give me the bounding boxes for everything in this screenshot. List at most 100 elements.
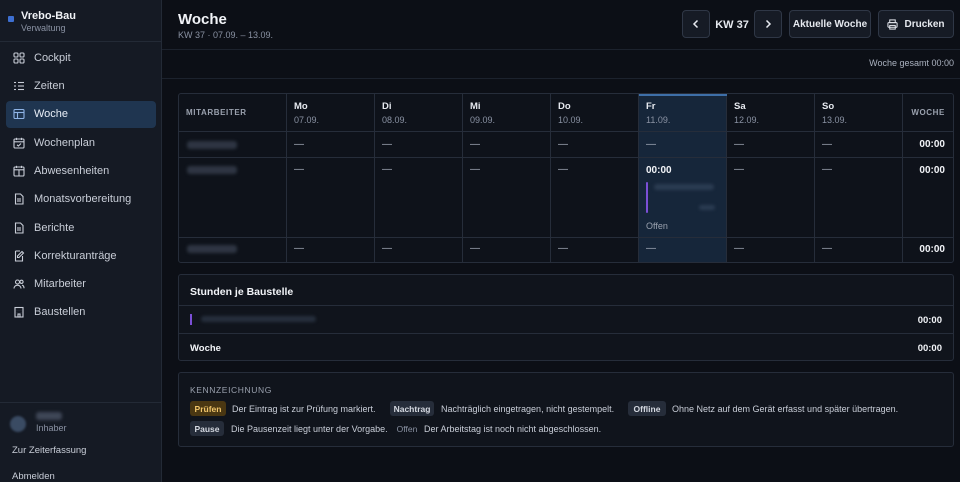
sidebar-item-label: Korrekturanträge <box>34 249 117 262</box>
sidebar-item-cockpit[interactable]: Cockpit <box>6 44 156 71</box>
sidebar-item-abwesenheiten[interactable]: Abwesenheiten <box>6 157 156 184</box>
empty-cell[interactable]: — <box>382 139 392 150</box>
header-day: Do <box>558 101 571 112</box>
badge-pruefen: Prüfen <box>190 401 226 416</box>
sidebar-nav: Cockpit Zeiten Woche Wochenplan Abwesenh… <box>6 43 156 326</box>
site-hours: 00:00 <box>917 315 942 326</box>
entry-site-redacted <box>654 184 714 190</box>
brand-logo-icon <box>8 16 14 22</box>
zeiterfassung-link[interactable]: Zur Zeiterfassung <box>12 445 86 456</box>
empty-cell[interactable]: — <box>734 243 744 254</box>
header-day: Sa <box>734 101 746 112</box>
page-title: Woche <box>178 11 227 28</box>
divider <box>0 41 161 42</box>
legend-text: Der Eintrag ist zur Prüfung markiert. <box>232 404 376 414</box>
legend-text: Die Pausenzeit liegt unter der Vorgabe. <box>231 424 388 434</box>
row-week-total: 00:00 <box>919 165 945 176</box>
current-week-button[interactable]: Aktuelle Woche <box>789 10 871 38</box>
document-icon <box>13 222 25 234</box>
badge-offen: Offen <box>396 423 418 434</box>
panel-title: Stunden je Baustelle <box>190 286 294 298</box>
empty-cell[interactable]: — <box>294 139 304 150</box>
avatar <box>10 416 26 432</box>
week-total-summary: Woche gesamt 00:00 <box>869 58 954 68</box>
entry-status: Offen <box>646 221 668 231</box>
empty-cell[interactable]: — <box>470 164 480 175</box>
empty-cell[interactable]: — <box>470 139 480 150</box>
today-indicator <box>639 94 727 96</box>
week-table: MITARBEITER Mo 07.09. Di 08.09. Mi 09.09… <box>178 93 954 263</box>
badge-nachtrag: Nachtrag <box>390 401 434 416</box>
calendar-icon <box>13 165 25 177</box>
empty-cell[interactable]: — <box>294 164 304 175</box>
sidebar-item-zeiten[interactable]: Zeiten <box>6 73 156 100</box>
main-content: Woche KW 37 · 07.09. – 13.09. KW 37 Aktu… <box>162 0 960 482</box>
sidebar-item-label: Zeiten <box>34 80 65 93</box>
header-week: WOCHE <box>911 108 945 117</box>
site-name-redacted <box>201 316 316 322</box>
printer-icon <box>887 18 899 30</box>
header-day: So <box>822 101 835 112</box>
sidebar-item-label: Abwesenheiten <box>34 164 110 177</box>
user-name-redacted <box>36 412 62 420</box>
badge-pause: Pause <box>190 421 224 436</box>
empty-cell[interactable]: — <box>734 139 744 150</box>
employee-name-redacted[interactable] <box>187 141 237 149</box>
legend-text: Ohne Netz auf dem Gerät erfasst und spät… <box>672 404 899 414</box>
row-week-total: 00:00 <box>919 244 945 255</box>
employee-name-redacted[interactable] <box>187 245 237 253</box>
entry-marker <box>646 182 648 213</box>
sidebar-item-monatsvorbereitung[interactable]: Monatsvorbereitung <box>6 186 156 213</box>
sidebar: Vrebo-Bau Verwaltung Cockpit Zeiten Woch… <box>0 0 162 482</box>
divider <box>179 333 953 334</box>
header-employee: MITARBEITER <box>186 108 247 117</box>
sidebar-item-label: Cockpit <box>34 51 71 64</box>
divider <box>162 49 960 50</box>
user-role: Inhaber <box>36 423 67 433</box>
empty-cell[interactable]: — <box>558 139 568 150</box>
empty-cell[interactable]: — <box>734 164 744 175</box>
badge-offline: Offline <box>628 401 666 416</box>
legend-text: Der Arbeitstag ist noch nicht abgeschlos… <box>424 424 602 434</box>
empty-cell[interactable]: — <box>822 139 832 150</box>
empty-cell[interactable]: — <box>646 139 656 150</box>
row-divider <box>179 131 953 132</box>
sidebar-item-korrekturantraege[interactable]: Korrekturanträge <box>6 242 156 269</box>
sidebar-item-berichte[interactable]: Berichte <box>6 214 156 241</box>
employee-name-redacted[interactable] <box>187 166 237 174</box>
header-date: 07.09. <box>294 115 320 125</box>
sidebar-item-label: Baustellen <box>34 306 86 319</box>
empty-cell[interactable]: — <box>822 164 832 175</box>
empty-cell[interactable]: — <box>822 243 832 254</box>
row-week-total: 00:00 <box>919 139 945 150</box>
sidebar-item-label: Berichte <box>34 221 75 234</box>
empty-cell[interactable]: — <box>646 243 656 254</box>
sidebar-item-wochenplan[interactable]: Wochenplan <box>6 129 156 156</box>
grid-icon <box>13 52 25 64</box>
hours-per-site-panel: Stunden je Baustelle 00:00 Woche 00:00 <box>178 274 954 361</box>
divider <box>162 78 960 79</box>
empty-cell[interactable]: — <box>558 243 568 254</box>
users-icon <box>13 278 25 290</box>
print-button[interactable]: Drucken <box>878 10 954 38</box>
empty-cell[interactable]: — <box>382 164 392 175</box>
week-label: KW 37 <box>715 19 749 31</box>
day-time-entry[interactable]: 00:00 <box>646 165 672 176</box>
legend-panel: KENNZEICHNUNG Prüfen Der Eintrag ist zur… <box>178 372 954 447</box>
logout-link[interactable]: Abmelden <box>12 471 55 482</box>
empty-cell[interactable]: — <box>470 243 480 254</box>
sidebar-item-woche[interactable]: Woche <box>6 100 156 128</box>
calendar-check-icon <box>13 137 25 149</box>
empty-cell[interactable]: — <box>294 243 304 254</box>
sidebar-item-mitarbeiter[interactable]: Mitarbeiter <box>6 271 156 298</box>
print-label: Drucken <box>904 18 945 30</box>
next-week-button[interactable] <box>754 10 782 38</box>
empty-cell[interactable]: — <box>558 164 568 175</box>
empty-cell[interactable]: — <box>382 243 392 254</box>
previous-week-button[interactable] <box>682 10 710 38</box>
site-color-marker <box>190 314 192 325</box>
header-date: 10.09. <box>558 115 584 125</box>
entry-detail-redacted <box>699 205 715 210</box>
sidebar-item-baustellen[interactable]: Baustellen <box>6 299 156 326</box>
header-date: 08.09. <box>382 115 408 125</box>
